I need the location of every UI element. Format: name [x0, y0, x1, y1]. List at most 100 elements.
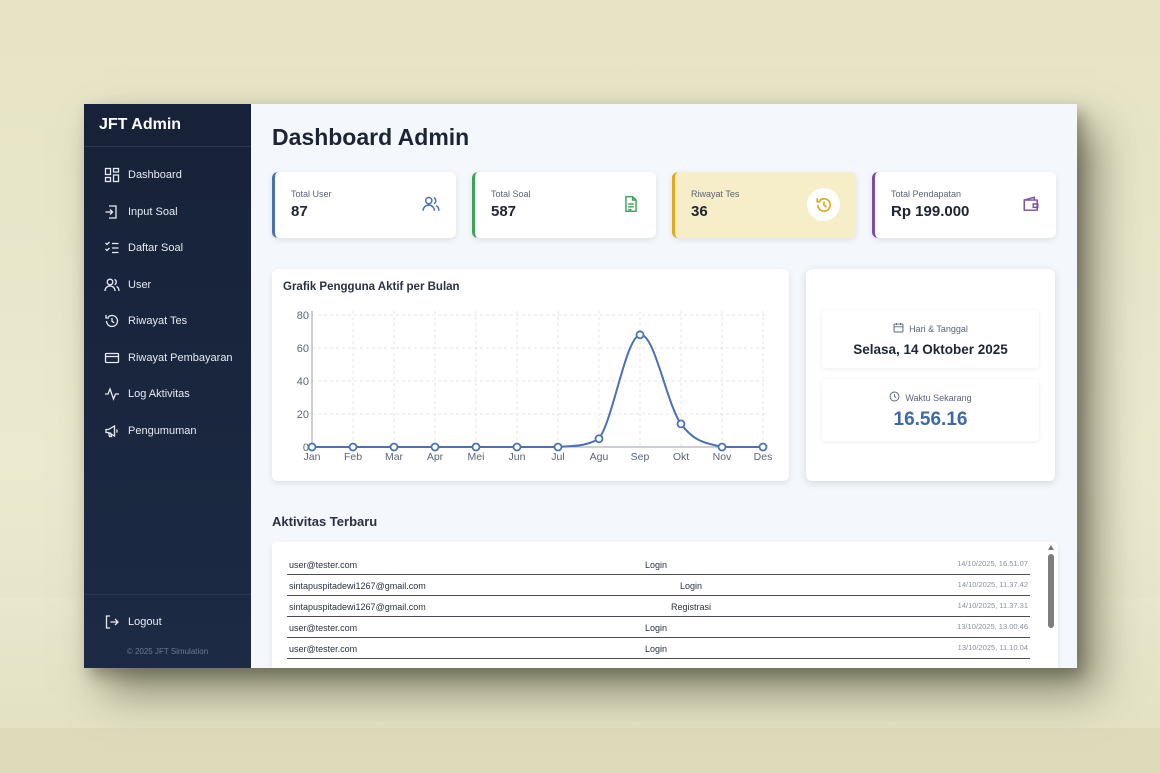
stat-card-riwayat-tes: Riwayat Tes 36 [672, 172, 856, 238]
stat-card-total-pendapatan: Total Pendapatan Rp 199.000 [872, 172, 1056, 238]
sidebar-item-label: Riwayat Pembayaran [128, 351, 233, 364]
activity-time: 14/10/2025, 16.51.07 [957, 559, 1028, 568]
activity-email: user@tester.com [289, 623, 358, 633]
activity-row: user@tester.com Login 13/10/2025, 13.00.… [287, 617, 1030, 638]
activity-icon [104, 386, 120, 402]
logout-label: Logout [128, 616, 162, 628]
sidebar-item-riwayat-pembayaran[interactable]: Riwayat Pembayaran [84, 340, 251, 377]
current-time: 16.56.16 [893, 409, 968, 430]
data-point [553, 442, 563, 452]
y-tick-label: 40 [297, 376, 309, 388]
sidebar-item-daftar-soal[interactable]: Daftar Soal [84, 230, 251, 267]
data-point [717, 442, 727, 452]
x-tick-label: Mar [385, 451, 404, 463]
sidebar-item-user[interactable]: User [84, 267, 251, 304]
data-point [758, 442, 768, 452]
x-tick-label: Mei [468, 451, 485, 463]
active-users-line-chart: 020406080Jan Feb Mar Apr Mei Jun Jul Agu Sep Okt N… [297, 310, 773, 463]
activity-time: 14/10/2025, 11.37.42 [957, 580, 1028, 589]
data-point [471, 442, 481, 452]
calendar-icon [893, 322, 904, 335]
credit-card-icon [104, 350, 120, 366]
sidebar: JFT Admin Dashboard Input Soal Daftar So… [84, 104, 251, 668]
time-box: Waktu Sekarang 16.56.16 [822, 379, 1039, 441]
x-tick-label: Jul [551, 451, 564, 463]
admin-window: JFT Admin Dashboard Input Soal Daftar So… [84, 104, 1077, 668]
grid-icon [104, 167, 120, 183]
stat-value: 87 [291, 203, 308, 220]
sidebar-item-log-aktivitas[interactable]: Log Aktivitas [84, 376, 251, 413]
scroll-up-arrow-icon[interactable] [1048, 545, 1054, 550]
stat-label: Total Pendapatan [891, 189, 962, 199]
scrollbar-thumb[interactable] [1048, 554, 1054, 628]
series-line [312, 333, 763, 448]
activity-scrollbar[interactable] [1047, 545, 1055, 668]
recent-activity-title: Aktivitas Terbaru [272, 514, 378, 529]
x-tick-label: Sep [631, 451, 650, 463]
data-point [676, 419, 686, 429]
page-title: Dashboard Admin [272, 124, 470, 150]
activity-email: user@tester.com [289, 644, 358, 654]
activity-time: 13/10/2025, 11.10.04 [957, 643, 1028, 652]
x-tick-label: Des [754, 451, 773, 463]
activity-action: Login [680, 581, 703, 591]
sidebar-item-label: Dashboard [128, 169, 182, 182]
x-tick-label: Okt [673, 451, 689, 463]
activity-action: Login [645, 560, 668, 570]
sidebar-item-dashboard[interactable]: Dashboard [84, 157, 251, 194]
copyright-text: © 2025 JFT Simulation [126, 647, 209, 656]
document-icon [620, 193, 642, 215]
activity-row: user@tester.com Login 14/10/2025, 16.51.… [287, 554, 1030, 575]
recent-activity-list: user@tester.com Login 14/10/2025, 16.51.… [272, 542, 1058, 668]
x-tick-label: Feb [344, 451, 362, 463]
stat-label: Total User [291, 189, 332, 199]
x-tick-label: Nov [713, 451, 732, 463]
stat-value: Rp 199.000 [891, 203, 970, 220]
data-point [389, 442, 399, 452]
sidebar-item-label: Pengumuman [128, 424, 197, 437]
logout-button[interactable]: Logout [84, 595, 251, 630]
date-time-card: Hari & Tanggal Selasa, 14 Oktober 2025 W… [806, 269, 1055, 481]
activity-time: 14/10/2025, 11.37.31 [957, 601, 1028, 610]
x-tick-label: Apr [427, 451, 444, 463]
users-icon [420, 193, 442, 215]
history-icon [104, 313, 120, 329]
data-point [594, 434, 604, 444]
date-box: Hari & Tanggal Selasa, 14 Oktober 2025 [822, 310, 1039, 368]
sidebar-item-label: User [128, 278, 152, 291]
activity-email: sintapuspitadewi1267@gmail.com [289, 602, 426, 612]
active-users-chart-card: Grafik Pengguna Aktif per Bulan 0 20 40 60 8… [272, 269, 789, 481]
activity-row: sintapuspitadewi1267@gmail.com Registras… [287, 596, 1030, 617]
stat-value: 36 [691, 203, 708, 220]
x-tick-label: Agu [590, 451, 609, 463]
file-import-icon [104, 204, 120, 220]
sidebar-item-pengumuman[interactable]: Pengumuman [84, 413, 251, 450]
brand-title: JFT Admin [84, 104, 251, 147]
sidebar-item-riwayat-tes[interactable]: Riwayat Tes [84, 303, 251, 340]
users-icon [104, 277, 120, 293]
megaphone-icon [104, 423, 120, 439]
activity-row: user@tester.com Login 13/10/2025, 11.10.… [287, 638, 1030, 659]
activity-time: 13/10/2025, 13.00.46 [957, 622, 1028, 631]
x-tick-label: Jan [304, 451, 321, 463]
sidebar-item-label: Input Soal [128, 205, 178, 218]
clock-icon [889, 391, 900, 404]
sidebar-item-input-soal[interactable]: Input Soal [84, 194, 251, 231]
history-icon [807, 188, 840, 221]
data-point [635, 330, 645, 340]
data-point [348, 442, 358, 452]
sidebar-item-label: Riwayat Tes [128, 315, 188, 328]
floor-edge [0, 728, 1160, 773]
y-tick-label: 80 [297, 310, 309, 322]
sidebar-footer: Logout © 2025 JFT Simulation [84, 594, 251, 656]
sidebar-item-label: Log Aktivitas [128, 388, 190, 401]
activity-action: Registrasi [671, 602, 712, 612]
data-point [307, 442, 317, 452]
stat-card-total-soal: Total Soal 587 [472, 172, 656, 238]
y-tick-label: 60 [297, 343, 309, 355]
data-point [512, 442, 522, 452]
wallet-icon [1020, 193, 1042, 215]
date-label: Hari & Tanggal [909, 323, 968, 334]
activity-action: Login [645, 644, 668, 654]
stat-label: Total Soal [491, 189, 531, 199]
